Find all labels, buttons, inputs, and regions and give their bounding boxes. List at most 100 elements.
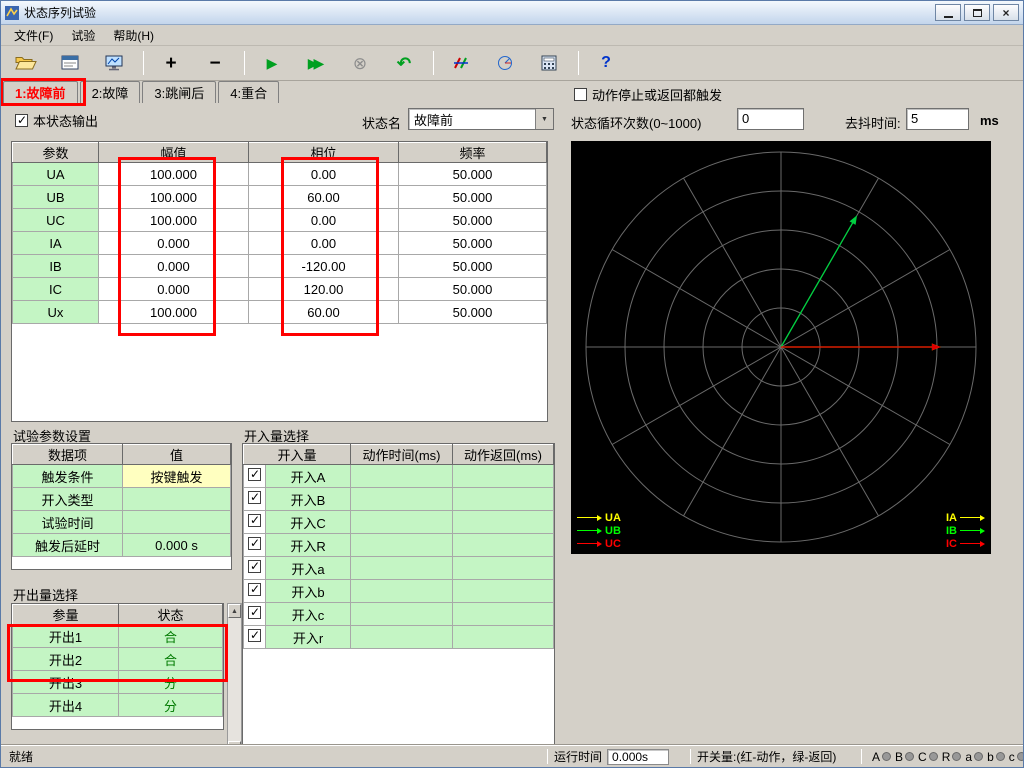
remove-state-button[interactable]: − bbox=[200, 49, 230, 77]
undo-button[interactable]: ↶ bbox=[389, 49, 419, 77]
output-table-scrollbar[interactable]: ▲ ▼ bbox=[227, 603, 242, 756]
chevron-down-icon[interactable]: ▼ bbox=[535, 109, 553, 129]
frequency-cell[interactable]: 50.000 bbox=[398, 254, 547, 278]
action-return-cell[interactable] bbox=[452, 625, 554, 649]
stop-button[interactable]: ⊗ bbox=[345, 49, 375, 77]
menu-file[interactable]: 文件(F) bbox=[5, 25, 62, 46]
checkbox-icon bbox=[574, 88, 587, 101]
amplitude-cell[interactable]: 100.000 bbox=[98, 208, 249, 232]
frequency-cell[interactable]: 50.000 bbox=[398, 277, 547, 301]
run-button[interactable]: ▶ bbox=[257, 49, 287, 77]
frequency-cell[interactable]: 50.000 bbox=[398, 208, 547, 232]
amplitude-cell[interactable]: 0.000 bbox=[98, 231, 249, 255]
run-continuous-button[interactable]: ▶▶ bbox=[301, 49, 331, 77]
action-time-cell[interactable] bbox=[350, 602, 454, 626]
action-time-cell[interactable] bbox=[350, 556, 454, 580]
legend-label: UA bbox=[605, 511, 621, 524]
input-checkbox-cell bbox=[243, 556, 266, 580]
phase-cell[interactable]: 60.00 bbox=[248, 300, 399, 324]
loop-count-input[interactable]: 0 bbox=[737, 108, 804, 130]
output-state-cell[interactable]: 合 bbox=[118, 624, 223, 648]
tab-state-3[interactable]: 3:跳闸后 bbox=[142, 81, 217, 103]
state-output-label: 本状态输出 bbox=[33, 114, 99, 129]
tab-state-2[interactable]: 2:故障 bbox=[79, 81, 141, 103]
output-state-cell[interactable]: 分 bbox=[118, 693, 223, 717]
action-return-cell[interactable] bbox=[452, 579, 554, 603]
action-return-cell[interactable] bbox=[452, 602, 554, 626]
minimize-button[interactable] bbox=[935, 4, 961, 21]
action-return-cell[interactable] bbox=[452, 464, 554, 488]
waveform-button[interactable] bbox=[446, 49, 476, 77]
amplitude-cell[interactable]: 100.000 bbox=[98, 162, 249, 186]
debounce-input[interactable]: 5 bbox=[906, 108, 969, 130]
phase-cell[interactable]: 0.00 bbox=[248, 231, 399, 255]
close-button[interactable]: × bbox=[993, 4, 1019, 21]
input-row: 开入A bbox=[243, 464, 554, 488]
phase-cell[interactable]: 60.00 bbox=[248, 185, 399, 209]
phase-cell[interactable]: 0.00 bbox=[248, 208, 399, 232]
input-checkbox[interactable] bbox=[248, 536, 261, 550]
action-return-cell[interactable] bbox=[452, 510, 554, 534]
action-time-cell[interactable] bbox=[350, 579, 454, 603]
output-state-cell[interactable]: 合 bbox=[118, 647, 223, 671]
phase-cell[interactable]: 0.00 bbox=[248, 162, 399, 186]
input-checkbox[interactable] bbox=[248, 490, 261, 504]
help-button[interactable]: ? bbox=[591, 49, 621, 77]
add-state-button[interactable]: + bbox=[156, 49, 186, 77]
checkbox-checked-icon bbox=[15, 113, 28, 127]
input-checkbox[interactable] bbox=[248, 559, 261, 573]
action-time-cell[interactable] bbox=[350, 510, 454, 534]
action-return-cell[interactable] bbox=[452, 487, 554, 511]
output-state-cell[interactable]: 分 bbox=[118, 670, 223, 694]
menubar: 文件(F) 试验 帮助(H) bbox=[1, 25, 1023, 46]
legend-arrow-icon bbox=[960, 540, 985, 547]
state-name-select[interactable]: 故障前 ▼ bbox=[408, 108, 554, 130]
input-checkbox[interactable] bbox=[248, 467, 261, 481]
phase-cell[interactable]: 120.00 bbox=[248, 277, 399, 301]
input-checkbox[interactable] bbox=[248, 513, 261, 527]
statusbar-separator bbox=[690, 749, 691, 764]
phasor-view-button[interactable] bbox=[490, 49, 520, 77]
trigger-on-stop-checkbox[interactable]: 动作停止或返回都触发 bbox=[574, 85, 722, 104]
value-cell[interactable] bbox=[122, 487, 231, 511]
input-checkbox[interactable] bbox=[248, 582, 261, 596]
value-cell[interactable] bbox=[122, 510, 231, 534]
input-row: 开入r bbox=[243, 625, 554, 649]
frequency-cell[interactable]: 50.000 bbox=[398, 185, 547, 209]
tab-state-4[interactable]: 4:重合 bbox=[218, 81, 280, 103]
open-file-button[interactable] bbox=[11, 49, 41, 77]
input-checkbox[interactable] bbox=[248, 628, 261, 642]
amplitude-cell[interactable]: 0.000 bbox=[98, 277, 249, 301]
current-legend: IA IB IC bbox=[943, 511, 985, 550]
action-time-cell[interactable] bbox=[350, 464, 454, 488]
action-time-cell[interactable] bbox=[350, 533, 454, 557]
value-cell[interactable]: 0.000 s bbox=[122, 533, 231, 557]
phase-cell[interactable]: -120.00 bbox=[248, 254, 399, 278]
param-name-cell: IC bbox=[12, 277, 99, 301]
input-row: 开入b bbox=[243, 579, 554, 603]
action-time-cell[interactable] bbox=[350, 487, 454, 511]
input-checkbox[interactable] bbox=[248, 605, 261, 619]
connect-device-button[interactable] bbox=[99, 49, 129, 77]
menu-help[interactable]: 帮助(H) bbox=[104, 25, 163, 46]
report-button[interactable] bbox=[55, 49, 85, 77]
status-ready: 就绪 bbox=[9, 750, 34, 764]
amplitude-cell[interactable]: 100.000 bbox=[98, 185, 249, 209]
state-output-checkbox[interactable]: 本状态输出 bbox=[15, 111, 98, 130]
menu-test[interactable]: 试验 bbox=[62, 25, 104, 46]
legend-label: UC bbox=[605, 537, 621, 550]
amplitude-cell[interactable]: 100.000 bbox=[98, 300, 249, 324]
frequency-cell[interactable]: 50.000 bbox=[398, 231, 547, 255]
tab-state-1[interactable]: 1:故障前 bbox=[3, 81, 78, 103]
scrollbar-track[interactable] bbox=[228, 618, 241, 741]
calculator-button[interactable] bbox=[534, 49, 564, 77]
action-return-cell[interactable] bbox=[452, 556, 554, 580]
action-time-cell[interactable] bbox=[350, 625, 454, 649]
frequency-cell[interactable]: 50.000 bbox=[398, 300, 547, 324]
value-cell[interactable]: 按键触发 bbox=[122, 464, 231, 488]
action-return-cell[interactable] bbox=[452, 533, 554, 557]
amplitude-cell[interactable]: 0.000 bbox=[98, 254, 249, 278]
maximize-button[interactable] bbox=[964, 4, 990, 21]
frequency-cell[interactable]: 50.000 bbox=[398, 162, 547, 186]
scroll-up-icon[interactable]: ▲ bbox=[228, 604, 241, 618]
